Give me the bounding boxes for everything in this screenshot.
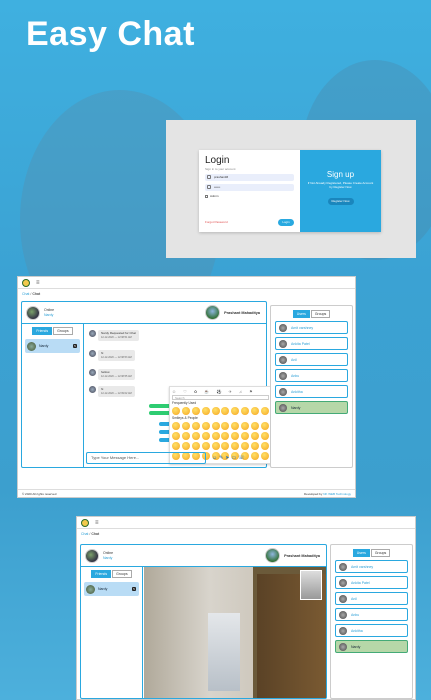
status-text: Online [103,551,114,555]
chat-header: Online Nardy Prashant Mahaditya [22,302,266,324]
users-panel: Users Groups Amit varshney Ankita Patel … [270,305,353,468]
self-name: Nardy [44,312,54,317]
user-item[interactable]: Ankitha [275,385,348,398]
sent-message [149,404,171,408]
tab-users[interactable]: Users [352,549,370,557]
avatar [27,341,36,351]
partner-avatar [265,548,281,563]
user-item[interactable]: Amit varshney [275,321,348,334]
signup-text: If Not Already Registered, Please Create… [307,181,374,189]
sent-message [149,411,171,415]
login-panel: Login Sign in to your account prashantM … [199,150,300,232]
friends-column: Friends Groups Nardy 5 [22,324,84,467]
user-item[interactable]: Ankita Patel [275,337,348,350]
message: Nardy Requested for Chat 12-12-2020 — 12:… [89,330,139,341]
avatar [85,548,99,563]
user-item[interactable]: Anil [275,353,348,366]
chat-main: Online Nardy Prashant Mahaditya Friends G… [80,544,327,699]
page-title: Easy Chat [26,15,195,53]
video-call-screenshot: ≡ Chat / Chat Online Nardy Prashant Mahad… [76,516,416,700]
tab-groups-right[interactable]: Groups [310,310,331,318]
footer-copyright: © 2020 All rights reserved [22,491,57,496]
self-video-preview[interactable] [300,570,322,600]
video-call-view[interactable] [144,567,326,698]
user-item[interactable]: Anil [335,592,408,605]
menu-icon[interactable]: ≡ [95,520,99,526]
forgot-password-link[interactable]: Forgot Password [205,220,228,224]
login-box: Login Sign in to your account prashantM … [199,150,381,232]
breadcrumb: Chat / Chat [22,292,41,296]
login-heading: Login [205,155,230,166]
composer-actions-icon[interactable]: ☺✎➤▭☏ [212,455,246,461]
password-field[interactable]: •••••• [205,184,294,191]
friends-column: Friends Groups Nardy 5 [81,567,143,698]
app-logo [22,278,30,287]
user-icon [207,175,211,179]
login-button[interactable]: Login [278,219,294,226]
signup-panel: Sign up If Not Already Registered, Pleas… [300,150,381,232]
emoji-section-label: Frequently Used [172,401,197,405]
unread-badge: 5 [132,587,136,591]
user-item[interactable]: Amit varshney [335,560,408,573]
user-item[interactable]: Anbu [275,369,348,382]
footer: © 2020 All rights reserved Developed by … [18,489,355,497]
register-button[interactable]: Register Now [327,198,354,205]
user-item[interactable]: Nardy [275,401,348,414]
message: hellow 12-12-2020 — 12:38:55 AM [89,369,135,380]
chat-main: Online Nardy Prashant Mahaditya Friends G… [21,301,272,468]
composer: Type Your Message Here... ☺✎➤▭☏ [86,451,264,465]
avatar [26,305,40,320]
chat-partner: Prashant Mahaditya [205,305,260,320]
emoji-section-label: Smileys & People [172,416,198,420]
signup-heading: Sign up [326,170,355,179]
friend-item[interactable]: Nardy 5 [25,339,80,353]
tab-groups[interactable]: Groups [112,570,132,578]
admin-checkbox[interactable]: Admin [205,194,294,198]
friend-item[interactable]: Nardy 5 [84,582,139,596]
tab-friends[interactable]: Friends [91,570,112,578]
chat-header: Online Nardy Prashant Mahaditya [81,545,326,567]
tab-users[interactable]: Users [292,310,310,318]
chat-screenshot: ≡ Chat / Chat Online Nardy Prashant Mahad… [17,276,356,498]
chat-partner: Prashant Mahaditya [265,548,320,563]
unread-badge: 5 [73,344,77,348]
message: hi 12-12-2020 — 12:39:02 AM [89,386,135,397]
menu-icon[interactable]: ≡ [36,280,40,286]
top-bar: ≡ [77,517,415,529]
message-list: Nardy Requested for Chat 12-12-2020 — 12:… [85,324,272,464]
user-item[interactable]: Nardy [335,640,408,653]
tab-groups-right[interactable]: Groups [370,549,391,557]
tab-friends[interactable]: Friends [32,327,53,335]
emoji-search-input[interactable]: Search [172,395,269,400]
footer-credit: Developed by NK WEB Technology [304,491,351,496]
login-subtitle: Sign in to your account [205,167,236,171]
users-panel: Users Groups Amit varshney Ankita Patel … [330,544,413,699]
username-field[interactable]: prashantM [205,174,294,181]
message: hi 12-12-2020 — 12:38:53 AM [89,350,135,361]
user-item[interactable]: Anbu [335,608,408,621]
top-bar: ≡ [18,277,355,289]
user-item[interactable]: Ankitha [335,624,408,637]
breadcrumb: Chat / Chat [81,532,100,536]
user-item[interactable]: Ankita Patel [335,576,408,589]
status-text: Online [44,308,55,312]
login-screenshot: Login Sign in to your account prashantM … [166,120,416,258]
avatar [86,584,95,594]
app-logo [81,518,89,527]
lock-icon [207,185,211,189]
self-name: Nardy [103,555,113,560]
message-input[interactable]: Type Your Message Here... [86,452,206,464]
partner-avatar [205,305,221,320]
tab-groups[interactable]: Groups [53,327,73,335]
